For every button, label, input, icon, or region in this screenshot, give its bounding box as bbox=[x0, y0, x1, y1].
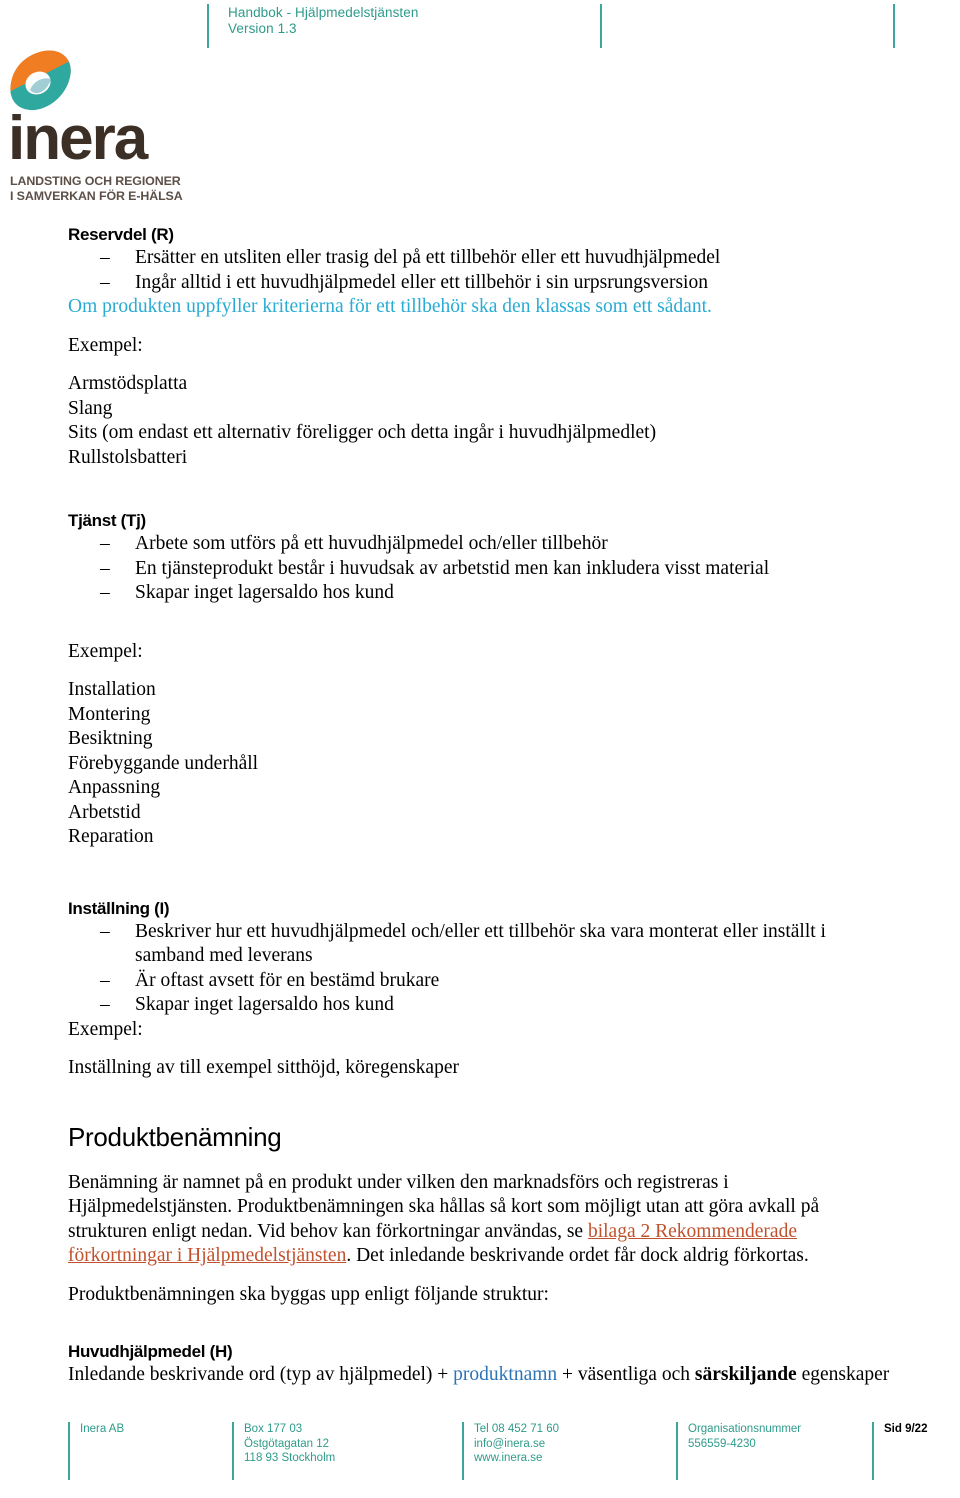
dash-bullet-icon: – bbox=[100, 582, 110, 603]
reservdel-example-3: Sits (om endast ett alternativ föreligge… bbox=[68, 422, 657, 443]
huvudhjalpmedel-structure-line: Inledande beskrivande ord (typ av hjälpm… bbox=[68, 1363, 896, 1388]
tjanst-example-6: Arbetstid bbox=[68, 801, 141, 823]
tjanst-bullet-list: – Arbete som utförs på ett huvudhjälpmede… bbox=[68, 532, 896, 606]
reservdel-example-label: Exempel: bbox=[68, 334, 143, 356]
footer-org-label: Organisationsnummer bbox=[688, 1423, 802, 1435]
list-item: – Skapar inget lagersaldo hos kund bbox=[68, 993, 896, 1018]
reservdel-bullet-list: – Ersätter en utsliten eller trasig del p… bbox=[68, 246, 896, 295]
header-doc-title: Handbok - Hjälpmedelstjänsten bbox=[228, 5, 419, 20]
dash-bullet-icon: – bbox=[100, 920, 110, 942]
inera-tagline-line1: LANDSTING OCH REGIONER bbox=[10, 174, 181, 188]
list-item: – Arbete som utförs på ett huvudhjälpmede… bbox=[68, 532, 896, 557]
list-item: – Skapar inget lagersaldo hos kund bbox=[68, 581, 896, 606]
list-item: – Ingår alltid i ett huvudhjälpmedel elle… bbox=[68, 271, 896, 296]
footer-org-number: 556559-4230 bbox=[688, 1437, 756, 1450]
heading-tjanst: Tjänst (Tj) bbox=[68, 511, 146, 530]
heading-huvudhjalpmedel: Huvudhjälpmedel (H) bbox=[68, 1342, 233, 1361]
dash-bullet-icon: – bbox=[100, 969, 110, 991]
footer-website[interactable]: www.inera.se bbox=[474, 1451, 614, 1466]
header-doc-title-block: Handbok - Hjälpmedelstjänsten Version 1.… bbox=[228, 5, 419, 37]
list-item: – Är oftast avsett för en bestämd brukare bbox=[68, 969, 896, 994]
huvud-bold-sarskiljande: särskiljande bbox=[694, 1364, 797, 1385]
installning-bullet-list: – Beskriver hur ett huvudhjälpmedel och/e… bbox=[68, 920, 896, 1018]
page-footer: Inera AB Box 177 03 Östgötagatan 12 118 … bbox=[0, 1422, 960, 1484]
tjanst-example-7: Reparation bbox=[68, 826, 154, 847]
footer-page-number: Sid 9/22 bbox=[884, 1423, 928, 1435]
reservdel-example-2: Slang bbox=[68, 397, 113, 419]
tjanst-example-1: Installation bbox=[68, 679, 156, 700]
heading-installning: Inställning (I) bbox=[68, 898, 170, 918]
dash-bullet-icon: – bbox=[100, 557, 110, 579]
header-doc-version: Version 1.3 bbox=[228, 21, 297, 36]
heading-reservdel: Reservdel (R) bbox=[68, 225, 174, 244]
produktbenamning-text-part2: . Det inledande beskrivande ordet får do… bbox=[346, 1245, 809, 1266]
tjanst-example-3: Besiktning bbox=[68, 728, 153, 749]
tjanst-example-2: Montering bbox=[68, 703, 151, 725]
huvud-part1: Inledande beskrivande ord (typ av hjälpm… bbox=[68, 1364, 454, 1385]
list-item: – Beskriver hur ett huvudhjälpmedel och/e… bbox=[68, 920, 896, 969]
footer-address-column: Box 177 03 Östgötagatan 12 118 93 Stockh… bbox=[232, 1422, 384, 1480]
header-divider-1 bbox=[207, 4, 209, 48]
footer-address-line1: Box 177 03 bbox=[244, 1423, 303, 1435]
reservdel-example-1: Armstödsplatta bbox=[68, 373, 188, 394]
heading-produktbenamning: Produktbenämning bbox=[68, 1121, 282, 1152]
inera-logo: inera LANDSTING OCH REGIONER I SAMVERKAN… bbox=[8, 50, 183, 203]
dash-bullet-icon: – bbox=[100, 994, 110, 1015]
installning-example-label: Exempel: bbox=[68, 1018, 143, 1040]
header-divider-2 bbox=[600, 4, 602, 48]
footer-company-name: Inera AB bbox=[80, 1423, 125, 1435]
dash-bullet-icon: – bbox=[100, 247, 110, 268]
page-header: Handbok - Hjälpmedelstjänsten Version 1.… bbox=[0, 0, 960, 48]
dash-bullet-icon: – bbox=[100, 271, 110, 293]
footer-company-column: Inera AB bbox=[68, 1422, 200, 1480]
list-item-text: Beskriver hur ett huvudhjälpmedel och/el… bbox=[135, 920, 826, 967]
huvud-part2: + väsentliga och bbox=[557, 1364, 695, 1385]
produktbenamning-paragraph-2: Produktbenämningen ska byggas upp enligt… bbox=[68, 1283, 549, 1305]
list-item-text: En tjänsteprodukt består i huvudsak av a… bbox=[135, 557, 770, 579]
footer-org-column: Organisationsnummer 556559-4230 bbox=[676, 1422, 848, 1480]
inera-tagline: LANDSTING OCH REGIONER I SAMVERKAN FÖR E… bbox=[10, 174, 183, 203]
header-divider-3 bbox=[893, 4, 895, 48]
list-item-text: Skapar inget lagersaldo hos kund bbox=[135, 994, 394, 1015]
footer-address-line2: Östgötagatan 12 bbox=[244, 1437, 330, 1450]
list-item-text: Arbete som utförs på ett huvudhjälpmedel… bbox=[135, 533, 608, 554]
list-item-text: Ingår alltid i ett huvudhjälpmedel eller… bbox=[135, 271, 708, 293]
tjanst-example-4: Förebyggande underhåll bbox=[68, 752, 259, 774]
document-content: Reservdel (R) – Ersätter en utsliten elle… bbox=[68, 224, 896, 1388]
footer-page-column: Sid 9/22 bbox=[872, 1422, 960, 1480]
produktbenamning-paragraph-1: Benämning är namnet på en produkt under … bbox=[68, 1171, 896, 1269]
inera-logo-mark-icon bbox=[10, 50, 74, 112]
list-item-text: Skapar inget lagersaldo hos kund bbox=[135, 582, 394, 603]
list-item: – En tjänsteprodukt består i huvudsak av … bbox=[68, 557, 896, 582]
dash-bullet-icon: – bbox=[100, 533, 110, 554]
reservdel-example-4: Rullstolsbatteri bbox=[68, 446, 188, 468]
reservdel-note: Om produkten uppfyller kriterierna för e… bbox=[68, 296, 712, 317]
footer-email[interactable]: info@inera.se bbox=[474, 1437, 614, 1452]
list-item: – Ersätter en utsliten eller trasig del p… bbox=[68, 246, 896, 271]
list-item-text: Ersätter en utsliten eller trasig del på… bbox=[135, 247, 721, 268]
footer-address-line3: 118 93 Stockholm bbox=[244, 1452, 336, 1464]
inera-wordmark: inera bbox=[8, 104, 148, 173]
inera-tagline-line2: I SAMVERKAN FÖR E-HÄLSA bbox=[10, 188, 183, 203]
tjanst-example-label: Exempel: bbox=[68, 640, 143, 662]
footer-contact-column: Tel 08 452 71 60 info@inera.se www.inera… bbox=[462, 1422, 614, 1480]
footer-phone: Tel 08 452 71 60 bbox=[474, 1423, 560, 1435]
list-item-text: Är oftast avsett för en bestämd brukare bbox=[135, 969, 440, 991]
tjanst-example-5: Anpassning bbox=[68, 777, 161, 798]
huvud-part3: egenskaper bbox=[796, 1364, 890, 1385]
installning-example-1: Inställning av till exempel sitthöjd, kö… bbox=[68, 1057, 459, 1078]
huvud-highlight-produktnamn: produktnamn bbox=[453, 1364, 558, 1385]
